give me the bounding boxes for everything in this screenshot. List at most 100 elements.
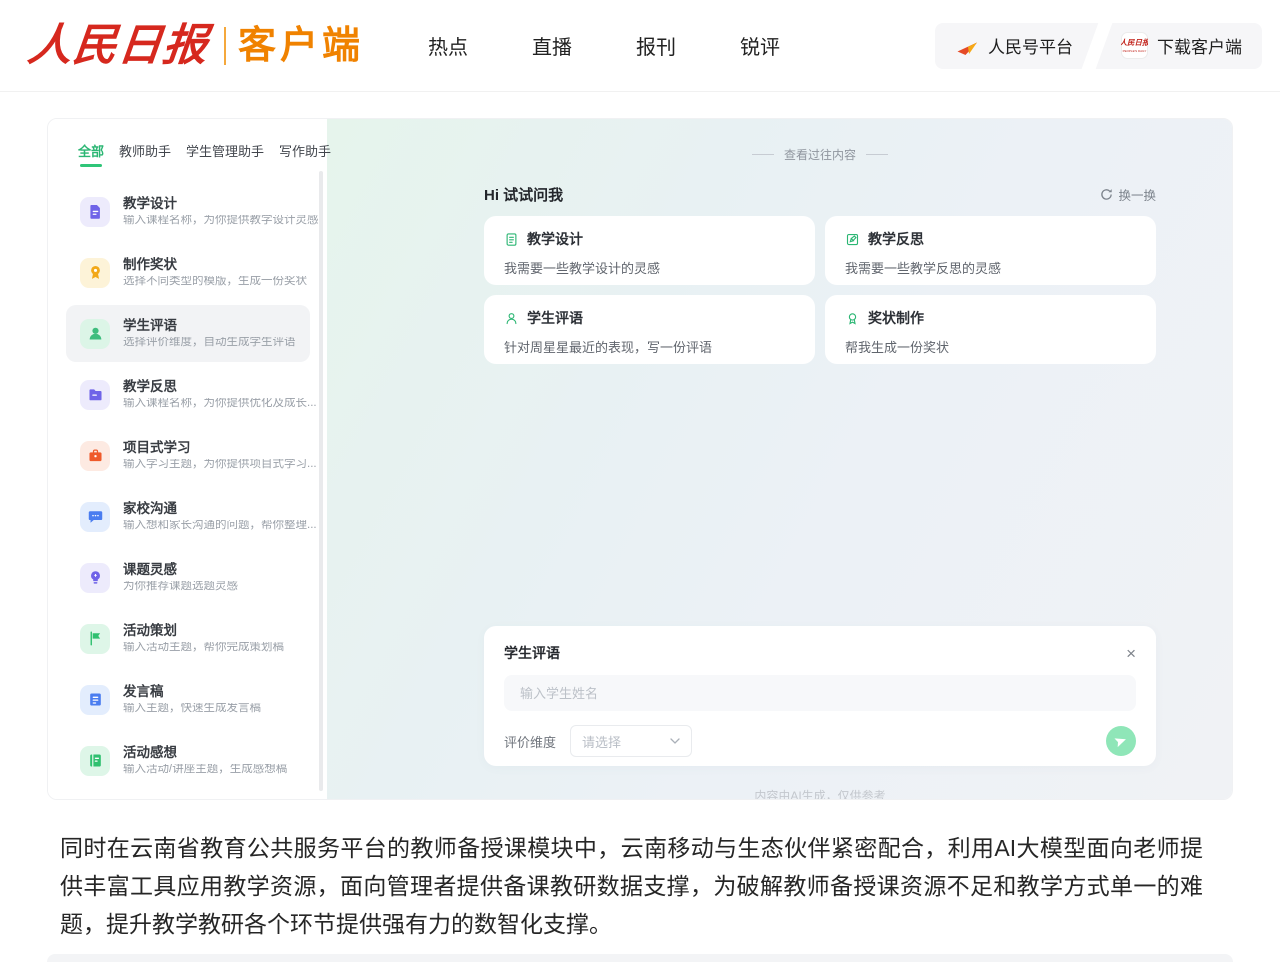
item-desc: 输入活动/讲座主题，生成感想稿 [123, 764, 287, 776]
sidebar-item-list: 教学设计 输入课程名称，为你提供教学设计灵感 制作奖状 选择不同类型的模版，生成… [48, 181, 327, 800]
card-student-comment[interactable]: 学生评语 针对周星星最近的表现，写一份评语 [484, 295, 815, 364]
card-title: 奖状制作 [868, 308, 924, 328]
nav-item-live[interactable]: 直播 [532, 31, 572, 60]
briefcase-icon [80, 441, 110, 471]
view-history-link[interactable]: 查看过往内容 [484, 146, 1156, 163]
greeting-row: Hi 试试问我 换一换 [484, 184, 1156, 205]
dimension-label: 评价维度 [504, 732, 556, 751]
send-button[interactable] [1106, 726, 1136, 756]
item-title: 活动感想 [123, 746, 287, 760]
student-name-input[interactable] [504, 675, 1136, 711]
greeting-title: Hi 试试问我 [484, 184, 563, 205]
item-title: 教学设计 [123, 197, 319, 211]
sidebar-item-project-learning[interactable]: 项目式学习 输入学习主题，为你提供项目式学习... [48, 425, 327, 486]
people-platform-button[interactable]: 人民号平台 [935, 23, 1093, 69]
sidebar-item-speech-draft[interactable]: 发言稿 输入主题，快速生成发言稿 [48, 669, 327, 730]
card-title: 学生评语 [527, 308, 583, 328]
card-title: 教学设计 [527, 229, 583, 249]
logo-divider [224, 27, 226, 65]
item-title: 项目式学习 [123, 441, 317, 455]
item-title: 家校沟通 [123, 502, 317, 516]
tab-all[interactable]: 全部 [78, 141, 104, 167]
person-icon [504, 311, 519, 326]
sidebar-item-teaching-reflection[interactable]: 教学反思 输入课程名称，为你提供优化及成长... [48, 364, 327, 425]
sidebar-scrollbar[interactable] [319, 171, 323, 791]
sidebar-item-make-award[interactable]: 制作奖状 选择不同类型的模版，生成一份奖状 [48, 242, 327, 303]
download-client-button[interactable]: 人民日报 PEOPLE'S DAILY 下载客户端 [1101, 23, 1262, 69]
student-comment-panel: 学生评语 × 评价维度 请选择 [484, 626, 1156, 766]
nav-item-newspaper[interactable]: 报刊 [636, 31, 676, 60]
people-daily-logo[interactable]: 人民日报 客户端 [28, 24, 364, 68]
sidebar-item-topic-inspiration[interactable]: 课题灵感 为你推荐课题选题灵感 [48, 547, 327, 608]
speech-doc-icon [80, 685, 110, 715]
sidebar-tabs: 全部 教师助手 学生管理助手 写作助手 [48, 141, 327, 167]
note-icon [845, 232, 860, 247]
person-icon [80, 319, 110, 349]
document-icon [504, 232, 519, 247]
card-teaching-reflection[interactable]: 教学反思 我需要一些教学反思的灵感 [825, 216, 1156, 285]
sidebar-item-teaching-design[interactable]: 教学设计 输入课程名称，为你提供教学设计灵感 [48, 181, 327, 242]
article-paragraph: 同时在云南省教育公共服务平台的教师备授课模块中，云南移动与生态伙伴紧密配合，利用… [60, 829, 1203, 943]
item-title: 教学反思 [123, 380, 317, 394]
item-desc: 输入学习主题，为你提供项目式学习... [123, 459, 317, 471]
item-title: 活动策划 [123, 624, 284, 638]
download-client-label: 下载客户端 [1157, 33, 1242, 58]
svg-text:PEOPLE'S DAILY: PEOPLE'S DAILY [1123, 49, 1147, 53]
app-screenshot-frame: 全部 教师助手 学生管理助手 写作助手 教学设计 输入课程名称，为你提供教学设计… [47, 118, 1233, 800]
header-actions: 人民号平台 人民日报 PEOPLE'S DAILY 下载客户端 [935, 23, 1262, 69]
document-icon [80, 197, 110, 227]
panel-title: 学生评语 [504, 643, 560, 663]
card-title: 教学反思 [868, 229, 924, 249]
people-daily-app-icon: 人民日报 PEOPLE'S DAILY [1121, 32, 1148, 59]
bulb-icon [80, 563, 110, 593]
item-desc: 输入想和家长沟通的问题，帮你整理... [123, 520, 317, 532]
view-history-label: 查看过往内容 [784, 146, 856, 163]
item-desc: 输入活动主题，帮你完成策划稿 [123, 642, 284, 654]
article-body: 同时在云南省教育公共服务平台的教师备授课模块中，云南移动与生态伙伴紧密配合，利用… [60, 829, 1230, 943]
suggestion-cards: 教学设计 我需要一些教学设计的灵感 教学反思 我需要一些教学反思的灵感 [484, 216, 1156, 364]
primary-nav: 热点 直播 报刊 锐评 [428, 31, 780, 60]
sidebar-item-partial[interactable] [48, 791, 327, 800]
item-title: 课题灵感 [123, 563, 238, 577]
refresh-button[interactable]: 换一换 [1100, 185, 1156, 204]
sidebar-item-student-comment[interactable]: 学生评语 选择评价维度，自动生成学生评语 [48, 303, 327, 364]
item-desc: 选择评价维度，自动生成学生评语 [123, 337, 296, 349]
sidebar-item-event-planning[interactable]: 活动策划 输入活动主题，帮你完成策划稿 [48, 608, 327, 669]
item-desc: 输入课程名称，为你提供教学设计灵感 [123, 215, 319, 227]
paper-plane-icon [955, 34, 979, 58]
sidebar-item-event-thoughts[interactable]: 活动感想 输入活动/讲座主题，生成感想稿 [48, 730, 327, 791]
tab-teacher-assistant[interactable]: 教师助手 [119, 141, 171, 160]
card-desc: 针对周星星最近的表现，写一份评语 [504, 337, 795, 356]
close-icon[interactable]: × [1126, 645, 1136, 662]
ai-disclaimer: 内容由AI生成，仅供参考 [484, 787, 1156, 800]
item-desc: 输入主题，快速生成发言稿 [123, 703, 261, 715]
item-title: 学生评语 [123, 319, 296, 333]
refresh-icon [1100, 188, 1113, 201]
item-desc: 选择不同类型的模版，生成一份奖状 [123, 276, 307, 288]
card-award-making[interactable]: 奖状制作 帮我生成一份奖状 [825, 295, 1156, 364]
nav-item-hot[interactable]: 热点 [428, 31, 468, 60]
svg-text:人民日报: 人民日报 [1121, 38, 1148, 47]
tab-student-management[interactable]: 学生管理助手 [186, 141, 264, 160]
refresh-label: 换一换 [1118, 185, 1156, 204]
logo-client-text: 客户端 [238, 27, 364, 65]
medal-icon [80, 258, 110, 288]
logo-calligraphy-text: 人民日报 [26, 24, 211, 68]
item-title: 制作奖状 [123, 258, 307, 272]
item-title: 发言稿 [123, 685, 261, 699]
paper-plane-icon [1114, 734, 1128, 748]
nav-item-commentary[interactable]: 锐评 [740, 31, 780, 60]
notebook-icon [80, 746, 110, 776]
next-screenshot-edge [47, 954, 1233, 962]
dash-left [752, 154, 774, 155]
tab-writing-assistant[interactable]: 写作助手 [279, 141, 331, 160]
card-desc: 帮我生成一份奖状 [845, 337, 1136, 356]
chat-icon [80, 502, 110, 532]
sidebar-item-home-school[interactable]: 家校沟通 输入想和家长沟通的问题，帮你整理... [48, 486, 327, 547]
dimension-select[interactable]: 请选择 [570, 725, 692, 757]
card-teaching-design[interactable]: 教学设计 我需要一些教学设计的灵感 [484, 216, 815, 285]
site-header: 人民日报 客户端 热点 直播 报刊 锐评 人民号平台 人民日报 PEOP [0, 0, 1280, 92]
card-desc: 我需要一些教学反思的灵感 [845, 258, 1136, 277]
select-placeholder: 请选择 [582, 732, 621, 751]
item-desc: 输入课程名称，为你提供优化及成长... [123, 398, 317, 410]
